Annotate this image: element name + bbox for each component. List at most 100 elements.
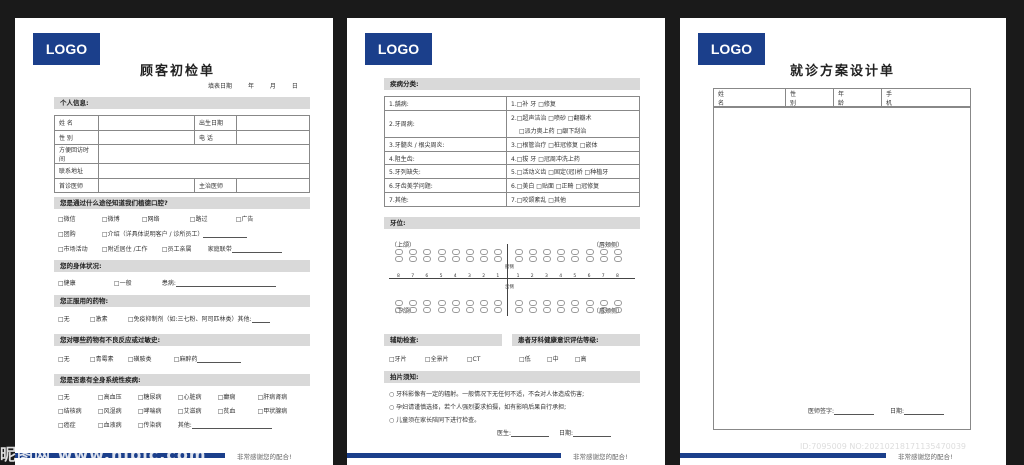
- tooth-number: 8: [616, 274, 619, 279]
- meds-options[interactable]: □无 □激素 □免疫抑制剂（如:三七粉、阿司匹林类）其他:: [58, 314, 270, 323]
- tooth-cell[interactable]: [599, 300, 608, 306]
- tooth-cell[interactable]: [480, 300, 489, 306]
- tooth-number: 6: [425, 274, 429, 279]
- tooth-cell[interactable]: [528, 256, 537, 262]
- tooth-cell[interactable]: [599, 307, 608, 313]
- tooth-cell[interactable]: [409, 256, 418, 262]
- tooth-cell[interactable]: [585, 307, 594, 313]
- tooth-cell[interactable]: [514, 307, 523, 313]
- channel-options-row1[interactable]: □微信 □微博 □网络 □路过 □广告: [58, 214, 253, 223]
- tooth-cell[interactable]: [614, 256, 622, 262]
- tooth-cell[interactable]: [543, 307, 551, 313]
- tooth-cell[interactable]: [571, 256, 580, 262]
- doctor-sign-row[interactable]: 医师签字: 日期:: [808, 406, 944, 415]
- section-body-condition: 您的身体状况:: [54, 260, 310, 272]
- phone-field[interactable]: [236, 129, 310, 146]
- tooth-cell[interactable]: [543, 300, 551, 306]
- watermark: 昵图网 www.nipic.com: [0, 445, 207, 464]
- tooth-cell[interactable]: [494, 300, 503, 306]
- patient-info-row: 姓名 性别 年龄 手机: [713, 88, 971, 108]
- age-field[interactable]: [853, 88, 882, 108]
- tooth-cell[interactable]: [571, 300, 580, 306]
- tooth-cell[interactable]: [494, 249, 503, 255]
- tooth-cell[interactable]: [423, 307, 432, 313]
- tooth-cell[interactable]: [395, 300, 403, 306]
- tooth-cell[interactable]: [437, 307, 446, 313]
- tooth-cell[interactable]: [514, 300, 523, 306]
- channel-options-row3[interactable]: □市场活动 □附近居住 /工作 □员工亲属 家庭联带: [58, 244, 282, 253]
- allergy-options[interactable]: □无 □青霉素 □磺胺类 □麻醉药: [58, 354, 242, 363]
- tooth-cell[interactable]: [466, 249, 474, 255]
- tooth-cell[interactable]: [614, 249, 622, 255]
- tooth-cell[interactable]: [614, 307, 622, 313]
- tooth-cell[interactable]: [494, 256, 503, 262]
- tooth-cell[interactable]: [409, 249, 418, 255]
- systemic-options-row2[interactable]: □结核病 □风湿病 □哮喘病 □艾滋病 □贫血 □甲状腺病: [58, 406, 287, 415]
- tooth-cell[interactable]: [451, 307, 460, 313]
- tooth-cell[interactable]: [543, 249, 551, 255]
- systemic-options-row1[interactable]: □无 □高血压 □糖尿病 □心脏病 □癫痫 □肝病肾病: [58, 392, 287, 401]
- tooth-cell[interactable]: [395, 307, 403, 313]
- tooth-cell[interactable]: [480, 307, 489, 313]
- gender-field[interactable]: [805, 88, 834, 108]
- tooth-cell[interactable]: [614, 300, 622, 306]
- tooth-cell[interactable]: [494, 307, 503, 313]
- channel-options-row2[interactable]: □团购 □介绍（详具体说明客户 / 诊所员工）: [58, 229, 248, 238]
- tooth-cell[interactable]: [557, 249, 566, 255]
- tooth-cell[interactable]: [423, 300, 432, 306]
- tooth-cell[interactable]: [437, 300, 446, 306]
- footer-bar: [347, 453, 561, 458]
- tooth-cell[interactable]: [480, 256, 489, 262]
- doctor-sign-row[interactable]: 医生: 日期:: [497, 428, 611, 437]
- tooth-cell[interactable]: [543, 256, 551, 262]
- tooth-cell[interactable]: [528, 300, 537, 306]
- tooth-cell[interactable]: [423, 249, 432, 255]
- name-field[interactable]: [733, 88, 786, 108]
- tooth-cell[interactable]: [466, 307, 474, 313]
- tooth-cell[interactable]: [437, 256, 446, 262]
- systemic-options-row3[interactable]: □癌症 □血液病 □传染病 其他:: [58, 420, 272, 429]
- tooth-cell[interactable]: [528, 307, 537, 313]
- tooth-cell[interactable]: [599, 256, 608, 262]
- plan-content-box[interactable]: [713, 106, 971, 430]
- tooth-cell[interactable]: [395, 256, 403, 262]
- tooth-cell[interactable]: [557, 256, 566, 262]
- tooth-cell[interactable]: [395, 249, 403, 255]
- tooth-cell[interactable]: [571, 307, 580, 313]
- tooth-cell[interactable]: [514, 256, 523, 262]
- awareness-options[interactable]: □低 □中 □高: [519, 354, 587, 363]
- tooth-cell[interactable]: [466, 256, 474, 262]
- tooth-cell[interactable]: [585, 256, 594, 262]
- body-condition-options[interactable]: □健康 □一般 患病:: [58, 278, 276, 287]
- date-label: 填表日期 年 月 日: [208, 83, 298, 90]
- tooth-cell[interactable]: [557, 307, 566, 313]
- tooth-cell[interactable]: [599, 249, 608, 255]
- tooth-number: 1: [496, 274, 500, 279]
- tooth-cell[interactable]: [437, 249, 446, 255]
- tooth-cell[interactable]: [451, 256, 460, 262]
- callback-time-field[interactable]: [98, 144, 310, 165]
- tooth-cell[interactable]: [514, 249, 523, 255]
- tooth-cell[interactable]: [528, 249, 537, 255]
- tooth-cell[interactable]: [585, 249, 594, 255]
- first-doctor-field[interactable]: [98, 177, 195, 194]
- tooth-cell[interactable]: [423, 256, 432, 262]
- gender-field[interactable]: [98, 129, 195, 146]
- tooth-cell[interactable]: [451, 300, 460, 306]
- address-field[interactable]: [98, 163, 310, 179]
- phone-field[interactable]: [901, 88, 971, 108]
- tooth-cell[interactable]: [466, 300, 474, 306]
- tooth-cell[interactable]: [409, 307, 418, 313]
- tooth-cell[interactable]: [557, 300, 566, 306]
- name-field[interactable]: [98, 115, 195, 131]
- tooth-cell[interactable]: [480, 249, 489, 255]
- tooth-cell[interactable]: [451, 249, 460, 255]
- birth-date-field[interactable]: [236, 115, 310, 131]
- tooth-cell[interactable]: [571, 249, 580, 255]
- attending-doctor-field[interactable]: [236, 177, 310, 194]
- tooth-cell[interactable]: [585, 300, 594, 306]
- tooth-cell[interactable]: [409, 300, 418, 306]
- aux-exam-options[interactable]: □牙片 □全景片 □CT: [389, 354, 480, 363]
- section-current-meds: 您正服用的药物:: [54, 295, 310, 307]
- tooth-number: 7: [411, 274, 415, 279]
